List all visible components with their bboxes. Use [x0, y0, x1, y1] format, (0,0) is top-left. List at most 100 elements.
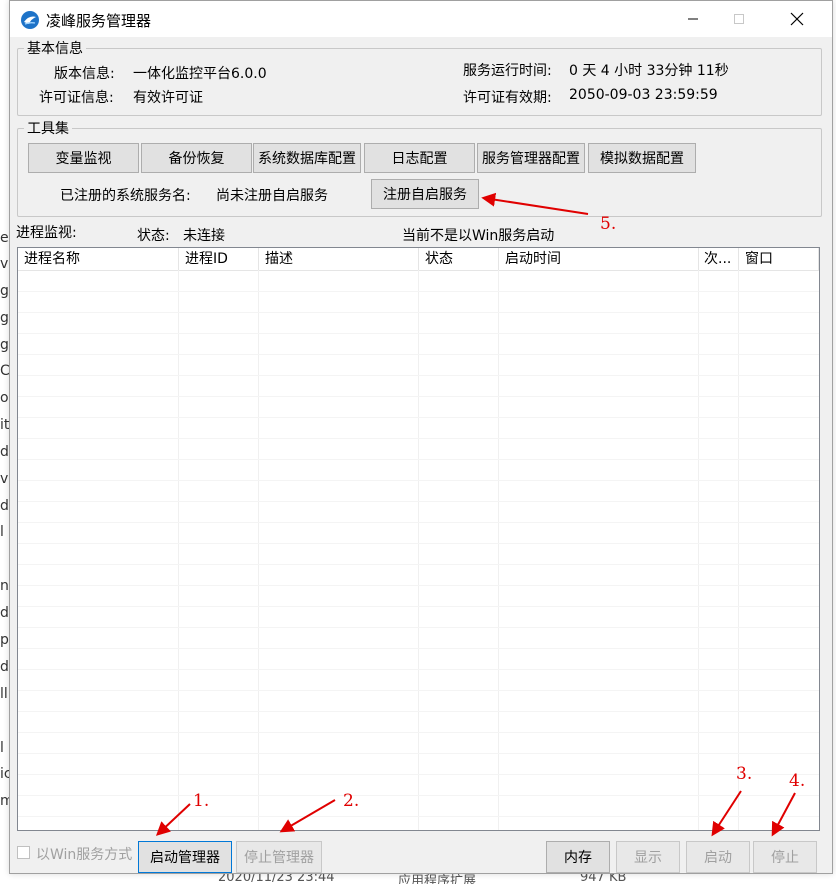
bg-text: d: [0, 605, 9, 621]
service-mode-text: 当前不是以Win服务启动: [402, 228, 555, 244]
close-icon: [790, 12, 804, 26]
grid-line: [18, 543, 819, 544]
column-header-process-name[interactable]: 进程名称: [18, 248, 179, 270]
bg-date: 2020/11/23 23:44: [218, 874, 335, 884]
system-db-config-button[interactable]: 系统数据库配置: [253, 143, 361, 173]
win-service-checkbox[interactable]: [17, 846, 30, 859]
bg-text: g: [0, 337, 9, 353]
bg-size: 947 KB: [580, 874, 627, 884]
annotation-label-5: 5.: [600, 214, 617, 234]
title-bar[interactable]: 凌峰服务管理器: [10, 1, 832, 37]
annotation-label-3: 3.: [736, 764, 753, 784]
bg-text: v: [0, 471, 9, 487]
process-table[interactable]: 进程名称 进程ID 描述 状态 启动时间 次... 窗口: [17, 247, 820, 831]
bg-text: l: [0, 524, 4, 540]
grid-line: [18, 753, 819, 754]
grid-line: [18, 732, 819, 733]
stop-button[interactable]: 停止: [753, 841, 817, 873]
minimize-icon: [688, 18, 698, 20]
grid-line: [18, 816, 819, 817]
annotation-label-1: 1.: [193, 791, 210, 811]
background-window-fragment: ex ve g g g C o it d v d l nt d p d ll l…: [0, 0, 9, 884]
column-header-start-time[interactable]: 启动时间: [499, 248, 699, 270]
grid-line: [18, 669, 819, 670]
grid-line: [18, 627, 819, 628]
annotation-label-2: 2.: [343, 791, 360, 811]
maximize-icon: [734, 14, 744, 24]
license-value: 有效许可证: [133, 90, 203, 106]
grid-line: [18, 480, 819, 481]
basic-info-legend: 基本信息: [27, 41, 83, 57]
grid-line: [18, 396, 819, 397]
minimize-button[interactable]: [670, 1, 716, 37]
grid-line: [18, 522, 819, 523]
toolset-legend: 工具集: [27, 121, 69, 137]
status-value: 未连接: [183, 228, 225, 244]
bg-text: g: [0, 283, 9, 299]
win-service-checkbox-label: 以Win服务方式: [36, 847, 133, 863]
grid-line: [18, 354, 819, 355]
column-header-count[interactable]: 次...: [699, 248, 739, 270]
column-header-status[interactable]: 状态: [419, 248, 499, 270]
bg-text: p: [0, 632, 9, 648]
bg-text: ve: [0, 256, 9, 272]
start-button[interactable]: 启动: [686, 841, 750, 873]
version-label: 版本信息:: [54, 66, 115, 82]
bg-text: l: [0, 740, 4, 756]
register-autostart-button[interactable]: 注册自启服务: [371, 179, 479, 209]
grid-line: [18, 459, 819, 460]
bg-text: ll: [0, 686, 8, 702]
grid-line: [18, 774, 819, 775]
grid-line: [18, 795, 819, 796]
start-manager-button[interactable]: 启动管理器: [138, 841, 232, 873]
table-header: 进程名称 进程ID 描述 状态 启动时间 次... 窗口: [18, 248, 819, 271]
annotation-label-4: 4.: [789, 771, 806, 791]
backup-restore-button[interactable]: 备份恢复: [141, 143, 252, 173]
version-value: 一体化监控平台6.0.0: [133, 66, 267, 82]
stop-manager-button[interactable]: 停止管理器: [236, 841, 322, 873]
grid-line: [18, 648, 819, 649]
license-label: 许可证信息:: [39, 90, 114, 106]
column-header-description[interactable]: 描述: [259, 248, 419, 270]
app-logo-icon: [21, 11, 39, 29]
grid-line: [18, 291, 819, 292]
bg-text: o: [0, 390, 9, 406]
uptime-value: 0 天 4 小时 33分钟 11秒: [569, 63, 729, 79]
maximize-button[interactable]: [716, 1, 762, 37]
bg-text: d: [0, 659, 9, 675]
grid-line: [18, 564, 819, 565]
show-button[interactable]: 显示: [616, 841, 680, 873]
background-file-row: 2020/11/23 23:44 应用程序扩展 947 KB: [0, 874, 836, 884]
manager-config-button[interactable]: 服务管理器配置: [477, 143, 585, 173]
column-header-process-id[interactable]: 进程ID: [179, 248, 259, 270]
bg-text: C: [0, 363, 9, 379]
expiry-label: 许可证有效期:: [463, 90, 552, 106]
memory-button[interactable]: 内存: [546, 841, 610, 873]
grid-line: [18, 312, 819, 313]
expiry-value: 2050-09-03 23:59:59: [569, 87, 718, 103]
bg-text: g: [0, 310, 9, 326]
grid-line: [18, 711, 819, 712]
bg-type: 应用程序扩展: [398, 874, 477, 884]
bg-text: m: [0, 793, 9, 809]
process-monitor-label: 进程监视:: [16, 225, 77, 241]
service-manager-window: 凌峰服务管理器 基本信息 版本信息: 一体化监控平台6.0.0 许可证信息: 有…: [9, 0, 833, 874]
bg-text: d: [0, 498, 9, 514]
column-header-window[interactable]: 窗口: [739, 248, 819, 270]
window-title: 凌峰服务管理器: [46, 12, 152, 30]
bg-text: nt: [0, 578, 9, 594]
grid-line: [18, 585, 819, 586]
grid-line: [18, 438, 819, 439]
uptime-label: 服务运行时间:: [463, 63, 552, 79]
variable-monitor-button[interactable]: 变量监视: [28, 143, 139, 173]
mock-data-config-button[interactable]: 模拟数据配置: [588, 143, 696, 173]
log-config-button[interactable]: 日志配置: [364, 143, 475, 173]
close-button[interactable]: [774, 1, 820, 37]
grid-line: [18, 333, 819, 334]
bg-text: ex: [0, 230, 9, 246]
grid-line: [18, 501, 819, 502]
registered-service-value: 尚未注册自启服务: [216, 188, 328, 204]
grid-line: [18, 606, 819, 607]
registered-service-label: 已注册的系统服务名:: [60, 188, 191, 204]
grid-line: [18, 690, 819, 691]
